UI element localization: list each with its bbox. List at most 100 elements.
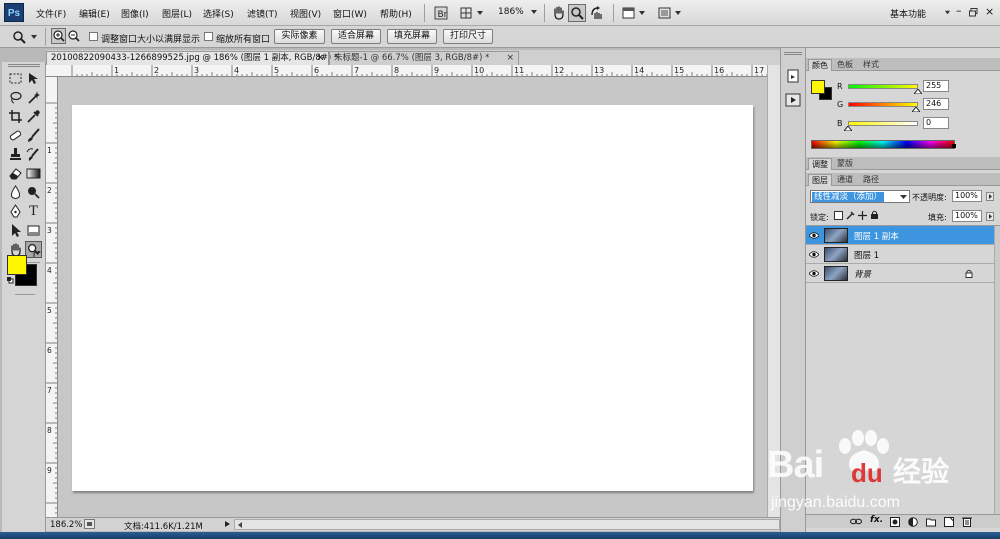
layer-row[interactable]: 背景 <box>806 264 994 283</box>
tab-swatches[interactable]: 色板 <box>834 59 856 71</box>
pen-tool-icon[interactable] <box>7 203 24 220</box>
status-zoom[interactable]: 186.2% <box>50 520 82 530</box>
default-colors-icon[interactable] <box>6 276 14 284</box>
blur-tool-icon[interactable] <box>7 184 24 201</box>
document-canvas[interactable] <box>72 105 753 491</box>
clone-stamp-tool-icon[interactable] <box>7 146 24 163</box>
workspace-dropdown-icon[interactable] <box>944 9 951 16</box>
red-value-input[interactable]: 255 <box>923 80 949 92</box>
gradient-tool-icon[interactable] <box>25 165 42 182</box>
minimize-icon[interactable]: – <box>956 4 962 17</box>
tab-styles[interactable]: 样式 <box>860 59 882 71</box>
adjustment-layer-icon[interactable] <box>908 517 918 527</box>
horizontal-scrollbar[interactable] <box>234 519 780 530</box>
arrange-documents-button[interactable] <box>620 4 650 22</box>
foreground-color-swatch[interactable] <box>7 255 27 275</box>
status-menu-arrow-icon[interactable] <box>224 520 231 528</box>
tab-channels[interactable]: 通道 <box>834 174 856 186</box>
close-icon[interactable]: × <box>985 5 994 18</box>
tab-masks[interactable]: 蒙版 <box>834 158 856 170</box>
blue-value-input[interactable]: 0 <box>923 117 949 129</box>
tool-preset-picker[interactable] <box>10 29 40 45</box>
workspace-switcher[interactable]: 基本功能 <box>890 7 926 20</box>
menu-file[interactable]: 文件(F) <box>36 7 66 20</box>
hand-tool-button[interactable] <box>550 4 568 22</box>
new-group-icon[interactable] <box>926 517 936 527</box>
restore-icon[interactable] <box>969 8 978 17</box>
menu-window[interactable]: 窗口(W) <box>333 7 367 20</box>
blue-slider-thumb[interactable] <box>844 126 852 131</box>
green-slider-thumb[interactable] <box>911 107 920 112</box>
layer-name[interactable]: 图层 1 副本 <box>854 230 899 242</box>
tab-paths[interactable]: 路径 <box>860 174 882 186</box>
zoom-out-mode-button[interactable] <box>66 28 81 44</box>
scroll-left-icon[interactable] <box>237 521 243 529</box>
panel-foreground-swatch[interactable] <box>811 80 825 94</box>
zoom-all-checkbox[interactable] <box>204 32 213 41</box>
red-slider[interactable] <box>848 84 918 89</box>
history-brush-tool-icon[interactable] <box>25 146 42 163</box>
print-size-button[interactable]: 打印尺寸 <box>443 29 493 44</box>
green-slider[interactable] <box>848 102 918 107</box>
menu-view[interactable]: 视图(V) <box>290 7 321 20</box>
layer-row[interactable]: 图层 1 副本 <box>806 226 994 245</box>
green-value-input[interactable]: 246 <box>923 98 949 110</box>
zoom-tool-button[interactable] <box>568 4 586 22</box>
menu-image[interactable]: 图像(I) <box>121 7 149 20</box>
marquee-tool-icon[interactable] <box>7 70 24 87</box>
brush-tool-icon[interactable] <box>25 127 42 144</box>
new-layer-icon[interactable] <box>944 517 954 527</box>
status-info-icon[interactable] <box>84 519 95 529</box>
screen-mode-button[interactable] <box>656 4 686 22</box>
layer-row[interactable]: 图层 1 <box>806 245 994 264</box>
fill-screen-button[interactable]: 填充屏幕 <box>387 29 437 44</box>
menu-select[interactable]: 选择(S) <box>203 7 234 20</box>
opacity-input[interactable]: 100% <box>952 190 982 202</box>
move-tool-icon[interactable] <box>25 70 42 87</box>
view-extras-button[interactable] <box>458 4 488 22</box>
tab-document-2[interactable]: 未标题-1 @ 66.7% (图层 3, RGB/8#) * × <box>329 51 519 65</box>
shape-tool-icon[interactable] <box>25 222 42 239</box>
blend-mode-select[interactable]: 线性减淡（添加） <box>810 190 910 203</box>
eraser-tool-icon[interactable] <box>7 165 24 182</box>
lock-pixels-icon[interactable] <box>846 211 855 220</box>
visibility-eye-icon[interactable] <box>808 269 820 278</box>
blue-slider[interactable] <box>848 121 918 126</box>
menu-help[interactable]: 帮助(H) <box>380 7 412 20</box>
swap-colors-icon[interactable] <box>33 251 41 259</box>
dodge-tool-icon[interactable] <box>25 184 42 201</box>
color-spectrum-bar[interactable] <box>811 140 955 149</box>
zoom-dropdown-icon[interactable] <box>530 8 538 16</box>
magic-wand-tool-icon[interactable] <box>25 89 42 106</box>
tab-document-1[interactable]: 20100822090433-1266899525.jpg @ 186% (图层… <box>46 51 338 65</box>
close-icon[interactable]: × <box>316 52 324 65</box>
menu-layer[interactable]: 图层(L) <box>162 7 192 20</box>
lock-transparent-icon[interactable] <box>834 211 843 220</box>
lock-all-icon[interactable] <box>870 210 879 220</box>
fill-input[interactable]: 100% <box>952 210 982 222</box>
visibility-eye-icon[interactable] <box>808 250 820 259</box>
layer-name[interactable]: 背景 <box>854 268 871 280</box>
history-panel-button[interactable] <box>784 68 802 84</box>
tab-layers[interactable]: 图层 <box>808 174 832 186</box>
rotate-view-button[interactable] <box>588 4 606 22</box>
red-slider-thumb[interactable] <box>914 89 922 94</box>
link-layers-icon[interactable] <box>850 517 862 526</box>
bridge-button[interactable]: Br <box>432 4 450 22</box>
actions-panel-button[interactable] <box>784 92 802 108</box>
opacity-arrow-icon[interactable] <box>986 192 994 201</box>
healing-brush-tool-icon[interactable] <box>7 127 24 144</box>
tab-color[interactable]: 颜色 <box>808 59 832 71</box>
path-selection-tool-icon[interactable] <box>7 222 24 239</box>
fit-screen-button[interactable]: 适合屏幕 <box>331 29 381 44</box>
actual-pixels-button[interactable]: 实际像素 <box>274 29 325 44</box>
zoom-level[interactable]: 186% <box>498 7 524 17</box>
menu-filter[interactable]: 滤镜(T) <box>247 7 278 20</box>
zoom-in-mode-button[interactable] <box>51 28 66 44</box>
tab-adjustments[interactable]: 调整 <box>808 158 832 170</box>
resize-windows-checkbox[interactable] <box>89 32 98 41</box>
layer-name[interactable]: 图层 1 <box>854 249 879 261</box>
menu-edit[interactable]: 编辑(E) <box>79 7 110 20</box>
add-mask-icon[interactable] <box>890 517 900 527</box>
eyedropper-tool-icon[interactable] <box>25 108 42 125</box>
